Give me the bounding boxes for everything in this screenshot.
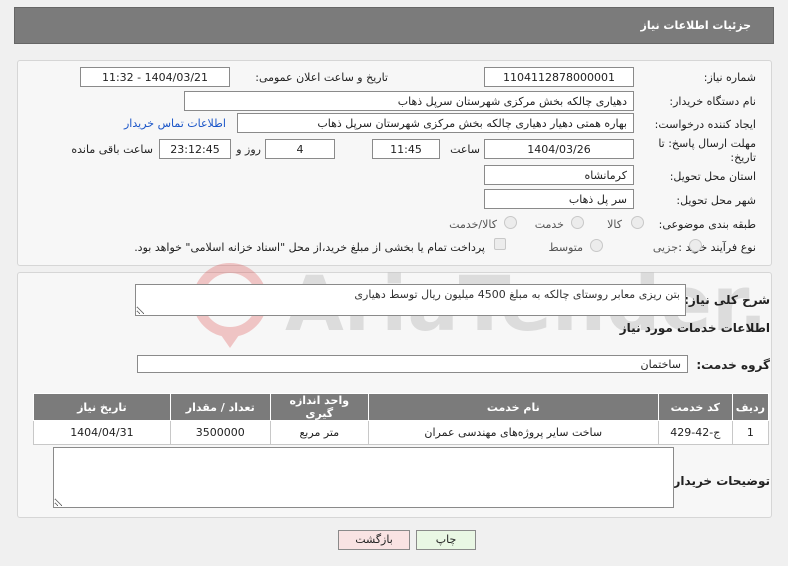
city-field[interactable]: سر پل ذهاب — [484, 189, 634, 209]
category-radio-goods[interactable] — [631, 216, 644, 229]
table-row[interactable]: 1 ج-42-429 ساخت سایر پروژه‌های مهندسی عم… — [33, 420, 770, 445]
col-date-header: تاریخ نیاز — [33, 393, 171, 421]
creator-label: ایجاد کننده درخواست: — [654, 118, 756, 131]
province-label: استان محل تحویل: — [669, 170, 756, 183]
category-label: طبقه بندی موضوعی: — [658, 218, 756, 231]
table-header-row: ردیف کد خدمت نام خدمت واحد اندازه گیری ت… — [33, 393, 770, 421]
remaining-time-field[interactable]: 23:12:45 — [159, 139, 231, 159]
col-row-header: ردیف — [731, 393, 770, 421]
buyer-org-label: نام دستگاه خریدار: — [669, 95, 756, 108]
process-option-minor: جزیی — [652, 241, 678, 254]
category-radio-service[interactable] — [571, 216, 584, 229]
cell-qty: 3500000 — [169, 420, 271, 445]
col-code-header: کد خدمت — [657, 393, 733, 421]
cell-date: 1404/04/31 — [33, 420, 171, 445]
services-title: اطلاعات خدمات مورد نیاز — [619, 321, 770, 335]
col-qty-header: تعداد / مقدار — [169, 393, 271, 421]
cell-row: 1 — [731, 420, 770, 445]
services-table: ردیف کد خدمت نام خدمت واحد اندازه گیری ت… — [33, 393, 770, 445]
remaining-label: ساعت باقی مانده — [71, 143, 153, 156]
service-group-label: گروه خدمت: — [696, 358, 770, 372]
category-option-goods-service: کالا/خدمت — [449, 218, 497, 231]
col-name-header: نام خدمت — [367, 393, 659, 421]
page-title: جزئیات اطلاعات نیاز — [640, 19, 752, 32]
process-option-medium: متوسط — [548, 241, 583, 254]
announce-label: تاریخ و ساعت اعلان عمومی: — [255, 71, 388, 84]
back-button[interactable]: بازگشت — [338, 530, 410, 550]
deadline-label: مهلت ارسال پاسخ: تا تاریخ: — [658, 137, 756, 164]
buyer-notes-label: توضیحات خریدار: — [668, 474, 770, 488]
category-option-goods: کالا — [607, 218, 622, 231]
deadline-time-field[interactable]: 11:45 — [372, 139, 440, 159]
page-header: جزئیات اطلاعات نیاز — [14, 7, 774, 44]
city-label: شهر محل تحویل: — [676, 194, 756, 207]
summary-textarea[interactable]: بتن ریزی معابر روستای چالکه به مبلغ 4500… — [135, 284, 686, 316]
cell-unit: متر مربع — [269, 420, 369, 445]
deadline-date-field[interactable]: 1404/03/26 — [484, 139, 634, 159]
cell-name: ساخت سایر پروژه‌های مهندسی عمران — [367, 420, 659, 445]
treasury-checkbox[interactable] — [494, 238, 506, 250]
service-group-field[interactable]: ساختمان — [137, 355, 688, 373]
announce-field[interactable]: 1404/03/21 - 11:32 — [80, 67, 230, 87]
time-label: ساعت — [450, 143, 480, 156]
print-button[interactable]: چاپ — [416, 530, 476, 550]
process-radio-minor[interactable] — [689, 239, 702, 252]
cell-code: ج-42-429 — [657, 420, 733, 445]
process-radio-medium[interactable] — [590, 239, 603, 252]
buyer-contact-link[interactable]: اطلاعات تماس خریدار — [124, 117, 226, 130]
payment-note: پرداخت تمام یا بخشی از مبلغ خرید،از محل … — [134, 241, 485, 254]
days-label: روز و — [236, 143, 261, 156]
buyer-org-field[interactable]: دهیاری چالکه بخش مرکزی شهرستان سرپل ذهاب — [184, 91, 634, 111]
category-radio-goods-service[interactable] — [504, 216, 517, 229]
col-unit-header: واحد اندازه گیری — [269, 393, 369, 421]
summary-label: شرح کلی نیاز: — [684, 293, 770, 307]
need-number-label: شماره نیاز: — [703, 71, 756, 84]
creator-field[interactable]: بهاره همتی دهیار دهیاری چالکه بخش مرکزی … — [237, 113, 634, 133]
days-field[interactable]: 4 — [265, 139, 335, 159]
buyer-notes-textarea[interactable] — [53, 447, 674, 508]
category-option-service: خدمت — [534, 218, 564, 231]
province-field[interactable]: کرمانشاه — [484, 165, 634, 185]
need-number-field[interactable]: 1104112878000001 — [484, 67, 634, 87]
